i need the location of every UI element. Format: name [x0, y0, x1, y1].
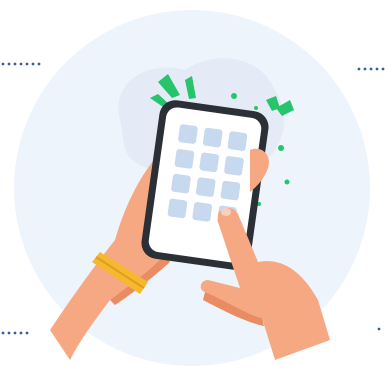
app-tile: [224, 156, 244, 176]
phone-in-hands-illustration: [1, 10, 385, 366]
app-tile: [167, 198, 188, 219]
app-tile: [192, 202, 213, 222]
app-tile: [202, 127, 223, 148]
dotted-line-bottom-left: [1, 331, 29, 335]
illustration-stage: [0, 0, 385, 375]
app-tile: [199, 152, 219, 173]
dotted-line-top-right: [357, 67, 385, 71]
app-tile: [220, 180, 241, 201]
app-tile: [227, 131, 248, 151]
dotted-line-bottom-right: [377, 327, 381, 331]
app-tile: [174, 149, 195, 169]
dotted-line-top-left: [1, 62, 41, 66]
app-tile: [178, 124, 198, 144]
app-tile: [195, 177, 216, 197]
app-tile: [171, 173, 191, 194]
